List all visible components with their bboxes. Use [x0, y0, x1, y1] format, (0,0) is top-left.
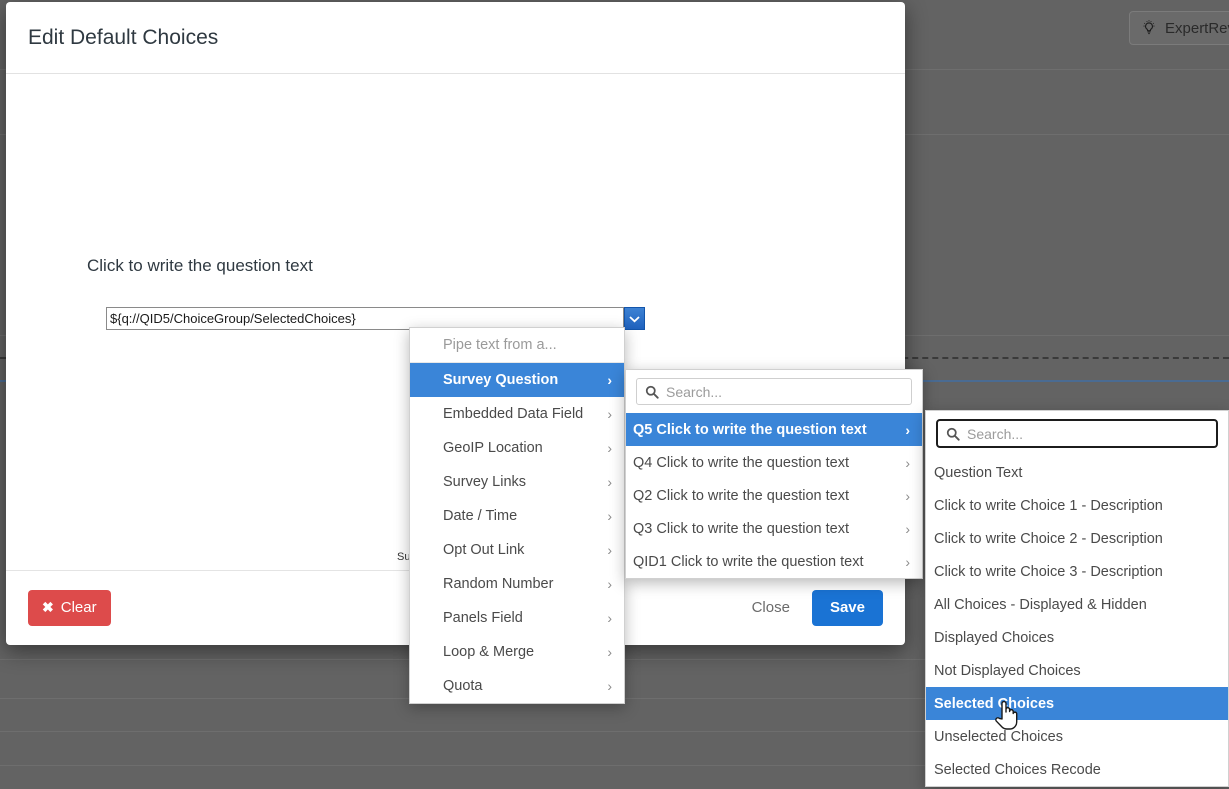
- menu-item-choice-2-description[interactable]: Click to write Choice 2 - Description: [926, 522, 1228, 555]
- expertrev-label: ExpertRev: [1165, 19, 1229, 37]
- menu-item-label: Quota: [443, 678, 483, 694]
- menu-item-question-text[interactable]: Question Text: [926, 456, 1228, 489]
- chevron-right-icon: ›: [607, 508, 612, 524]
- search-placeholder: Search...: [666, 383, 723, 400]
- menu-item-question-q4[interactable]: Q4 Click to write the question text ›: [626, 446, 922, 479]
- menu-item-selected-choices-recode[interactable]: Selected Choices Recode: [926, 753, 1228, 786]
- menu-item-label: Q3 Click to write the question text: [633, 520, 849, 537]
- menu-item-label: Not Displayed Choices: [934, 662, 1081, 679]
- search-placeholder: Search...: [967, 425, 1024, 442]
- menu-item-label: Date / Time: [443, 508, 518, 524]
- menu-item-selected-choices[interactable]: Selected Choices: [926, 687, 1228, 720]
- menu-item-label: Click to write Choice 1 - Description: [934, 497, 1163, 514]
- menu-item-label: Random Number: [443, 576, 554, 592]
- menu-item-loop-and-merge[interactable]: Loop & Merge ›: [410, 635, 624, 669]
- menu-item-label: Embedded Data Field: [443, 406, 584, 422]
- pipe-source-menu: Pipe text from a... Survey Question › Em…: [409, 327, 625, 704]
- menu-item-label: Q4 Click to write the question text: [633, 454, 849, 471]
- footer-actions: Close Save: [748, 589, 883, 626]
- menu-item-label: Selected Choices Recode: [934, 761, 1101, 778]
- chevron-right-icon: ›: [905, 421, 910, 438]
- pipe-menu-heading: Pipe text from a...: [410, 328, 624, 363]
- menu-item-all-choices-displayed-and-hidden[interactable]: All Choices - Displayed & Hidden: [926, 588, 1228, 621]
- field-search-wrap: Search...: [926, 411, 1228, 456]
- piped-field-menu: Search... Question Text Click to write C…: [925, 410, 1229, 787]
- question-search-input[interactable]: Search...: [636, 378, 912, 405]
- menu-item-survey-question[interactable]: Survey Question ›: [410, 363, 624, 397]
- menu-item-survey-links[interactable]: Survey Links ›: [410, 465, 624, 499]
- menu-item-label: Survey Links: [443, 474, 527, 490]
- lightbulb-icon: [1143, 20, 1155, 35]
- menu-item-question-q2[interactable]: Q2 Click to write the question text ›: [626, 479, 922, 512]
- chevron-right-icon: ›: [607, 576, 612, 592]
- menu-item-embedded-data-field[interactable]: Embedded Data Field ›: [410, 397, 624, 431]
- search-icon: [946, 427, 960, 441]
- menu-item-opt-out-link[interactable]: Opt Out Link ›: [410, 533, 624, 567]
- menu-item-date-time[interactable]: Date / Time ›: [410, 499, 624, 533]
- close-button[interactable]: Close: [748, 593, 794, 622]
- menu-item-unselected-choices[interactable]: Unselected Choices: [926, 720, 1228, 753]
- menu-item-displayed-choices[interactable]: Displayed Choices: [926, 621, 1228, 654]
- menu-item-label: Q2 Click to write the question text: [633, 487, 849, 504]
- menu-item-label: QID1 Click to write the question text: [633, 553, 864, 570]
- menu-item-label: Opt Out Link: [443, 542, 525, 558]
- chevron-right-icon: ›: [607, 610, 612, 626]
- menu-item-label: Q5 Click to write the question text: [633, 421, 867, 438]
- survey-question-menu: Search... Q5 Click to write the question…: [625, 369, 923, 579]
- pipe-dropdown-button[interactable]: [624, 307, 645, 330]
- menu-item-panels-field[interactable]: Panels Field ›: [410, 601, 624, 635]
- chevron-right-icon: ›: [905, 487, 910, 504]
- save-button[interactable]: Save: [811, 589, 883, 626]
- menu-item-not-displayed-choices[interactable]: Not Displayed Choices: [926, 654, 1228, 687]
- menu-item-label: Click to write Choice 2 - Description: [934, 530, 1163, 547]
- menu-item-label: GeoIP Location: [443, 440, 543, 456]
- menu-item-quota[interactable]: Quota ›: [410, 669, 624, 703]
- clear-button-label: Clear: [60, 599, 97, 616]
- page-title: Edit Default Choices: [28, 25, 219, 49]
- menu-item-label: Loop & Merge: [443, 644, 535, 660]
- chevron-right-icon: ›: [905, 454, 910, 471]
- chevron-right-icon: ›: [607, 406, 612, 422]
- menu-item-label: Question Text: [934, 464, 1023, 481]
- menu-item-question-q3[interactable]: Q3 Click to write the question text ›: [626, 512, 922, 545]
- chevron-down-icon: [629, 315, 640, 323]
- search-icon: [645, 385, 659, 399]
- menu-item-label: Displayed Choices: [934, 629, 1055, 646]
- menu-item-label: All Choices - Displayed & Hidden: [934, 596, 1147, 613]
- menu-item-label: Survey Question: [443, 372, 559, 388]
- menu-item-question-qid1[interactable]: QID1 Click to write the question text ›: [626, 545, 922, 578]
- chevron-right-icon: ›: [607, 372, 612, 388]
- field-search-input[interactable]: Search...: [936, 419, 1218, 448]
- menu-item-choice-3-description[interactable]: Click to write Choice 3 - Description: [926, 555, 1228, 588]
- x-mark-icon: ✖: [42, 599, 54, 615]
- clear-button[interactable]: ✖ Clear: [28, 589, 111, 626]
- menu-item-geoip-location[interactable]: GeoIP Location ›: [410, 431, 624, 465]
- chevron-right-icon: ›: [607, 474, 612, 490]
- menu-item-label: Selected Choices: [934, 695, 1055, 712]
- chevron-right-icon: ›: [905, 520, 910, 537]
- expertrev-button[interactable]: ExpertRev: [1129, 11, 1229, 45]
- menu-item-label: Click to write Choice 3 - Description: [934, 563, 1163, 580]
- chevron-right-icon: ›: [905, 553, 910, 570]
- menu-item-question-q5[interactable]: Q5 Click to write the question text ›: [626, 413, 922, 446]
- chevron-right-icon: ›: [607, 678, 612, 694]
- menu-item-label: Unselected Choices: [934, 728, 1063, 745]
- menu-item-choice-1-description[interactable]: Click to write Choice 1 - Description: [926, 489, 1228, 522]
- question-search-wrap: Search...: [626, 370, 922, 413]
- chevron-right-icon: ›: [607, 440, 612, 456]
- modal-header: Edit Default Choices: [6, 2, 905, 74]
- menu-item-label: Panels Field: [443, 610, 523, 626]
- menu-item-random-number[interactable]: Random Number ›: [410, 567, 624, 601]
- chevron-right-icon: ›: [607, 644, 612, 660]
- question-text-label[interactable]: Click to write the question text: [87, 256, 313, 276]
- chevron-right-icon: ›: [607, 542, 612, 558]
